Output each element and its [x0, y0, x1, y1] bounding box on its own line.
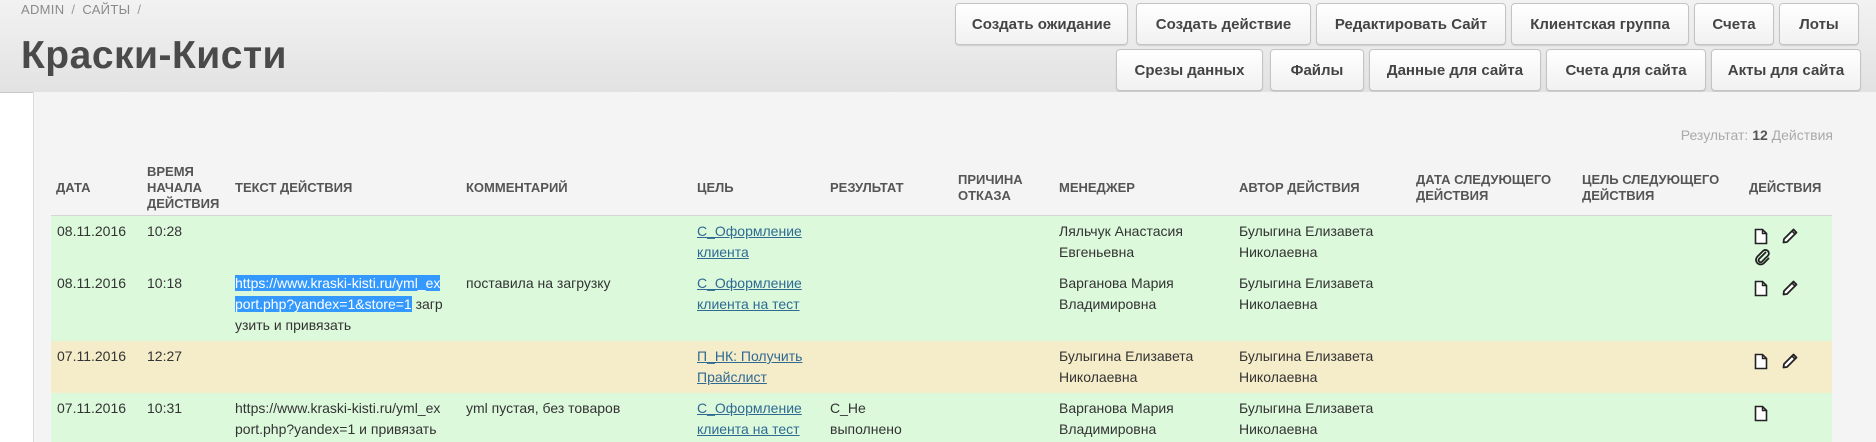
cell-author: Булыгина Елизавета Николаевна [1239, 223, 1374, 260]
cell-comment: поставила на загрузку [466, 275, 611, 291]
paperclip-icon[interactable] [1754, 248, 1770, 266]
document-icon[interactable] [1754, 405, 1770, 423]
goal-link[interactable]: С_Оформление [697, 273, 802, 294]
goal-link[interactable]: клиента на тест [697, 419, 802, 440]
cell-time: 10:31 [147, 400, 183, 416]
column-header-goal[interactable]: ЦЕЛЬ [697, 180, 734, 196]
breadcrumb-separator: / [71, 2, 76, 17]
site-invoices-button[interactable]: Счета для сайта [1546, 49, 1706, 91]
create-wait-button[interactable]: Создать ожидание [955, 3, 1128, 45]
client-group-button[interactable]: Клиентская группа [1511, 3, 1689, 45]
table-row: 07.11.2016 12:27 П_НК: Получить Прайслис… [51, 341, 1832, 393]
cell-author: Булыгина Елизавета Николаевна [1239, 348, 1374, 385]
cell-comment: yml пустая, без товаров [466, 400, 621, 416]
cell-date: 08.11.2016 [57, 223, 127, 239]
cell-goal: П_НК: Получить Прайслист [697, 346, 802, 388]
table-row: 08.11.2016 10:28 С_Оформление клиента Ля… [51, 216, 1832, 268]
selected-text[interactable]: https://www.kraski-kisti.ru/yml_ex [235, 275, 441, 291]
breadcrumb-item-sites[interactable]: САЙТЫ [82, 2, 130, 17]
breadcrumb: ADMIN / САЙТЫ / [21, 2, 148, 17]
column-header-result[interactable]: РЕЗУЛЬТАТ [830, 180, 904, 196]
pencil-icon[interactable] [1781, 352, 1798, 370]
cell-date: 07.11.2016 [57, 400, 127, 416]
pencil-icon[interactable] [1781, 279, 1798, 297]
cell-date: 08.11.2016 [57, 275, 127, 291]
site-acts-button[interactable]: Акты для сайта [1711, 49, 1861, 91]
goal-link[interactable]: клиента на тест [697, 294, 802, 315]
document-icon[interactable] [1754, 353, 1770, 371]
breadcrumb-separator: / [137, 2, 142, 17]
cell-action-text: https://www.kraski-kisti.ru/yml_ex port.… [235, 400, 441, 437]
lots-button[interactable]: Лоты [1779, 3, 1859, 45]
cell-manager: Булыгина Елизавета Николаевна [1059, 348, 1194, 385]
goal-link[interactable]: С_Оформление [697, 398, 802, 419]
result-count-value: 12 [1752, 127, 1768, 143]
column-header-text[interactable]: ТЕКСТ ДЕЙСТВИЯ [235, 180, 352, 196]
selected-text[interactable]: port.php?yandex=1&store=1 [235, 296, 412, 312]
files-button[interactable]: Файлы [1270, 49, 1364, 91]
cell-time: 12:27 [147, 348, 183, 364]
column-header-manager[interactable]: МЕНЕДЖЕР [1059, 180, 1135, 196]
column-header-next-date[interactable]: ДАТА СЛЕДУЮЩЕГО ДЕЙСТВИЯ [1416, 172, 1551, 204]
cell-manager: Варганова Мария Владимировна [1059, 400, 1174, 437]
cell-manager: Варганова Мария Владимировна [1059, 275, 1174, 312]
column-header-next-goal[interactable]: ЦЕЛЬ СЛЕДУЮЩЕГО ДЕЙСТВИЯ [1582, 172, 1719, 204]
column-header-reason[interactable]: ПРИЧИНА ОТКАЗА [958, 172, 1023, 204]
cell-author: Булыгина Елизавета Николаевна [1239, 400, 1374, 437]
page-title: Краски-Кисти [21, 34, 288, 77]
pencil-icon[interactable] [1781, 227, 1798, 245]
cell-goal: С_Оформление клиента на тест [697, 273, 802, 315]
goal-link[interactable]: Прайслист [697, 367, 802, 388]
cell-author: Булыгина Елизавета Николаевна [1239, 275, 1374, 312]
column-header-start-time[interactable]: ВРЕМЯ НАЧАЛА ДЕЙСТВИЯ [147, 164, 219, 212]
invoices-button[interactable]: Счета [1694, 3, 1774, 45]
result-count: Результат: 12 Действия [1680, 127, 1833, 143]
table-row: 07.11.2016 10:31 https://www.kraski-kist… [51, 393, 1832, 442]
goal-link[interactable]: П_НК: Получить [697, 346, 802, 367]
cell-action-text: https://www.kraski-kisti.ru/yml_ex port.… [235, 275, 443, 333]
page-header: ADMIN / САЙТЫ / Краски-Кисти Создать ожидан… [0, 0, 1876, 93]
cell-result: С_Не выполнено [830, 400, 902, 437]
site-data-button[interactable]: Данные для сайта [1369, 49, 1541, 91]
goal-link[interactable]: клиента [697, 242, 802, 263]
create-action-button[interactable]: Создать действие [1136, 3, 1311, 45]
document-icon[interactable] [1754, 280, 1770, 298]
cell-time: 10:18 [147, 275, 183, 291]
breadcrumb-item-admin[interactable]: ADMIN [21, 2, 64, 17]
column-header-author[interactable]: АВТОР ДЕЙСТВИЯ [1239, 180, 1360, 196]
cell-date: 07.11.2016 [57, 348, 127, 364]
cell-time: 10:28 [147, 223, 183, 239]
data-slices-button[interactable]: Срезы данных [1116, 49, 1263, 91]
cell-goal: С_Оформление клиента [697, 221, 802, 263]
column-header-date[interactable]: ДАТА [56, 180, 91, 196]
column-header-actions: ДЕЙСТВИЯ [1749, 180, 1822, 195]
document-icon[interactable] [1754, 228, 1770, 246]
table-row: 08.11.2016 10:18 https://www.kraski-kist… [51, 268, 1832, 341]
column-header-comment[interactable]: КОММЕНТАРИЙ [466, 180, 568, 196]
goal-link[interactable]: С_Оформление [697, 221, 802, 242]
cell-goal: С_Оформление клиента на тест [697, 398, 802, 440]
cell-manager: Ляльчук Анастасия Евгеньевна [1059, 223, 1183, 260]
edit-site-button[interactable]: Редактировать Сайт [1316, 3, 1506, 45]
